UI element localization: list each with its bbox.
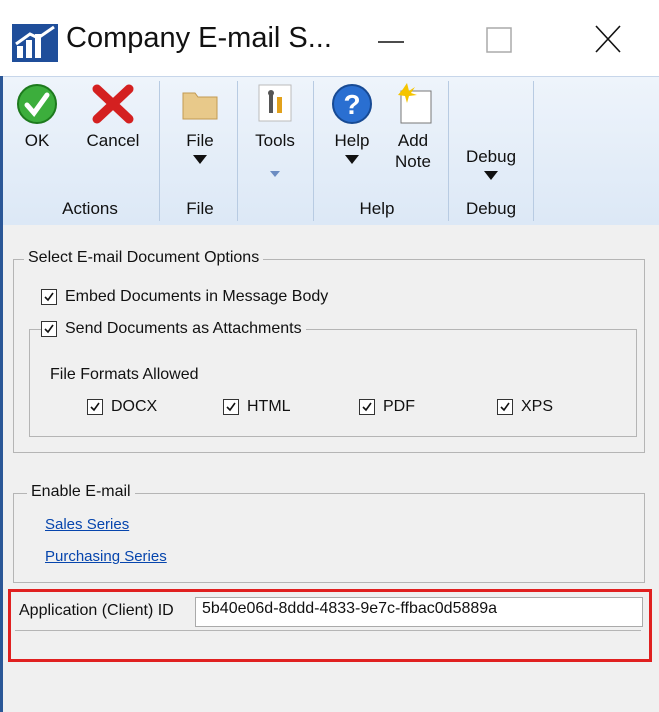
ok-label: OK [24,131,50,150]
checkmark-icon [44,324,54,334]
client-id-input[interactable]: 5b40e06d-8ddd-4833-9e7c-ffbac0d5889a [195,597,643,627]
pdf-checkbox-box[interactable] [359,399,375,415]
group-separator [237,81,238,221]
add-note-label-line1: Add [397,131,429,150]
minimize-button[interactable] [362,14,420,68]
cancel-label: Cancel [86,131,140,150]
document-options-legend: Select E-mail Document Options [24,249,264,267]
svg-text:?: ? [343,89,360,120]
cancel-button[interactable]: Cancel [78,83,148,151]
pdf-label: PDF [383,398,415,415]
folder-icon [182,92,218,120]
add-note-button[interactable]: Add Note [385,83,441,172]
tools-icon [258,84,292,122]
checkmark-icon [362,402,372,412]
help-dropdown-arrow-icon [345,155,359,164]
tools-button[interactable]: Tools [247,83,303,177]
embed-documents-label: Embed Documents in Message Body [65,288,329,305]
send-attachments-label: Send Documents as Attachments [65,320,302,337]
purchasing-series-link[interactable]: Purchasing Series [45,548,167,565]
minimize-icon [378,41,404,43]
checkmark-icon [90,402,100,412]
debug-button[interactable]: Debug [456,146,526,180]
checkmark-icon [500,402,510,412]
attachments-checkbox-box[interactable] [41,321,57,337]
add-note-icon [398,83,432,124]
cancel-x-icon [92,84,134,124]
file-dropdown-arrow-icon [193,155,207,164]
dialog-content: Select E-mail Document Options Embed Doc… [3,225,659,712]
enable-email-legend: Enable E-mail [27,483,135,501]
group-separator [313,81,314,221]
xps-label: XPS [521,398,554,415]
app-chart-icon [12,24,58,62]
help-label: Help [334,131,370,150]
tools-label: Tools [255,131,295,150]
tools-dropdown-arrow-icon [270,171,280,177]
format-pdf-checkbox[interactable]: PDF [359,398,415,416]
ok-button[interactable]: OK [12,83,62,151]
group-label-file: File [186,199,214,218]
title-bar: Company E-mail S... [0,0,659,76]
send-attachments-checkbox[interactable]: Send Documents as Attachments [41,320,306,338]
group-label-actions: Actions [62,199,118,218]
sales-series-link[interactable]: Sales Series [45,516,129,533]
docx-checkbox-box[interactable] [87,399,103,415]
window-title: Company E-mail S... [66,22,332,54]
enable-email-group [13,493,645,583]
group-label-debug: Debug [465,199,517,218]
file-button[interactable]: File [172,83,228,164]
ribbon-toolbar: OK Cancel File Tools ? Help Add Note Deb… [0,76,659,226]
add-note-label-line2: Note [395,152,431,171]
group-separator [159,81,160,221]
file-formats-label: File Formats Allowed [50,366,199,384]
maximize-button[interactable] [470,14,528,68]
close-icon [595,25,621,53]
html-checkbox-box[interactable] [223,399,239,415]
embed-checkbox-box[interactable] [41,289,57,305]
help-question-icon: ? [332,84,372,124]
checkmark-icon [226,402,236,412]
debug-dropdown-arrow-icon [484,171,498,180]
file-label: File [186,131,214,150]
embed-documents-checkbox[interactable]: Embed Documents in Message Body [41,288,328,306]
group-label-help: Help [359,199,395,218]
debug-label: Debug [465,147,517,166]
company-email-setup-window: Company E-mail S... OK Cancel File Tools… [0,0,659,712]
divider [15,630,641,631]
format-xps-checkbox[interactable]: XPS [497,398,553,416]
close-button[interactable] [580,14,638,68]
client-id-label: Application (Client) ID [19,602,174,619]
group-separator [533,81,534,221]
docx-label: DOCX [111,398,158,415]
group-separator [448,81,449,221]
checkmark-icon [44,292,54,302]
html-label: HTML [247,398,291,415]
maximize-icon [486,27,512,53]
format-docx-checkbox[interactable]: DOCX [87,398,157,416]
help-button[interactable]: ? Help [325,83,379,164]
format-html-checkbox[interactable]: HTML [223,398,291,416]
xps-checkbox-box[interactable] [497,399,513,415]
checkmark-icon [17,84,57,124]
